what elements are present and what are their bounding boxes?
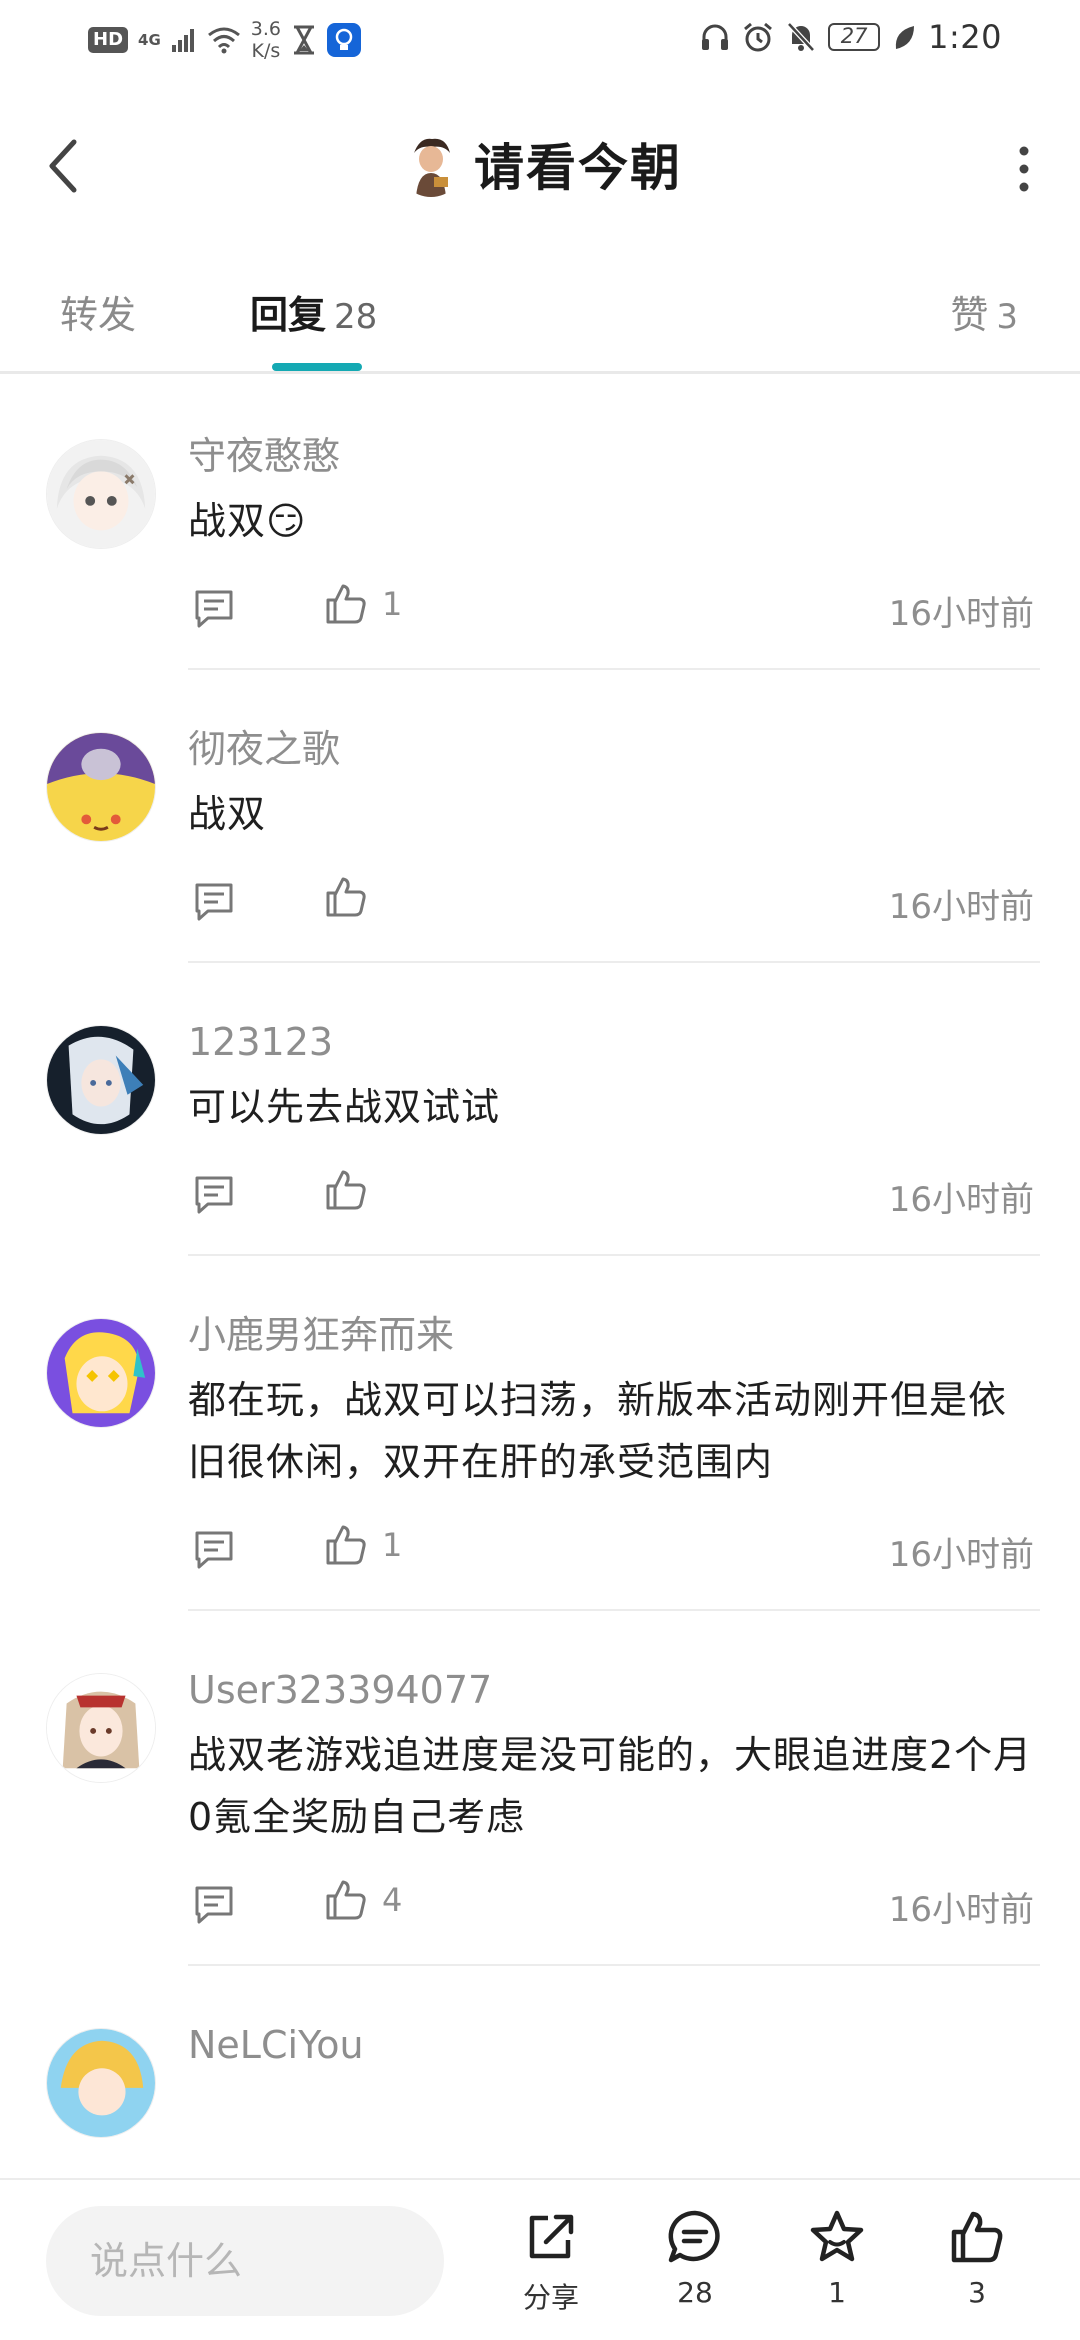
like-count: 1 (382, 1526, 403, 1564)
like-button[interactable]: 1 (324, 1523, 402, 1567)
comment-time: 16小时前 (888, 887, 1034, 927)
comment-username[interactable]: 彻夜之歌 (188, 725, 1040, 773)
thumbs-up-icon (951, 2211, 1003, 2263)
clock: 1:20 (928, 18, 1002, 56)
reply-icon[interactable] (192, 1172, 236, 1216)
comment-username[interactable]: NeLCiYou (188, 2021, 1040, 2069)
user-avatar[interactable] (46, 1025, 156, 1135)
active-tab-indicator (272, 363, 362, 371)
thumbs-up-icon (326, 1525, 366, 1565)
bulb-icon (326, 23, 361, 57)
status-left: HD 4G 3.6 K/s (88, 18, 361, 62)
status-right: 27 1:20 (700, 18, 1002, 56)
comment-item: User323394077 战双老游戏追进度是没可能的，大眼追进度2个月0氪全奖… (0, 1611, 1080, 1966)
tab-reply[interactable]: 回复 28 (250, 284, 377, 339)
page-title: 请看今朝 (474, 139, 682, 197)
comment-actions: 1 16小时前 (188, 580, 1040, 640)
comment-item: 彻夜之歌 战双 16小时前 (0, 670, 1080, 963)
comment-text: 战双 (188, 792, 267, 836)
wifi-icon (207, 27, 240, 54)
comment-time: 16小时前 (888, 1535, 1034, 1575)
comments-count: 28 (677, 2276, 713, 2309)
reply-icon[interactable] (192, 1882, 236, 1926)
user-avatar[interactable] (46, 439, 156, 549)
likes-count: 3 (968, 2276, 986, 2309)
comment-actions: 16小时前 (188, 1166, 1040, 1226)
comment-text: 战双😏 (188, 499, 307, 543)
thumbs-up-icon (326, 584, 366, 624)
like-button[interactable] (324, 875, 382, 919)
like-button[interactable] (324, 1168, 382, 1212)
tab-repost[interactable]: 转发 (60, 284, 136, 339)
speed-value: 3.6 (250, 18, 281, 40)
tab-reply-count: 28 (334, 297, 378, 337)
tab-like-label: 赞 (950, 293, 989, 337)
comment-text: 战双老游戏追进度是没可能的，大眼追进度2个月0氪全奖励自己考虑 (188, 1733, 1033, 1839)
comment-time: 16小时前 (888, 594, 1034, 634)
thumbs-up-icon (326, 1880, 366, 1920)
comment-bubble-icon (668, 2210, 720, 2263)
reply-icon[interactable] (192, 879, 236, 923)
star-icon (810, 2210, 864, 2262)
share-button[interactable]: 分享 (506, 2208, 596, 2316)
network-type: 4G (138, 31, 161, 49)
comment-username[interactable]: 123123 (188, 1018, 1040, 1066)
thumbs-up-icon (326, 1170, 366, 1210)
share-icon (529, 2214, 574, 2259)
tab-bar: 转发 回复 28 赞3 (0, 260, 1080, 374)
comment-item: 123123 可以先去战双试试 16小时前 (0, 963, 1080, 1256)
battery-indicator: 27 (828, 23, 881, 51)
user-avatar[interactable] (46, 1318, 156, 1428)
like-count: 1 (382, 585, 403, 623)
comment-time: 16小时前 (888, 1890, 1034, 1930)
speed-unit: K/s (251, 40, 281, 62)
comment-input[interactable]: 说点什么 (46, 2206, 444, 2316)
comment-text: 可以先去战双试试 (188, 1085, 501, 1129)
tab-like[interactable]: 赞3 (950, 284, 1018, 339)
comment-actions: 4 16小时前 (188, 1876, 1040, 1936)
title-group: 请看今朝 (0, 128, 1080, 200)
favorites-count: 1 (828, 2276, 846, 2309)
like-button[interactable]: 4 (324, 1878, 402, 1922)
top-app-bar: 请看今朝 (0, 100, 1080, 230)
user-avatar[interactable] (46, 2028, 156, 2138)
headphones-icon (702, 24, 729, 50)
hd-badge: HD (88, 27, 129, 53)
status-bar: HD 4G 3.6 K/s 27 1:20 (0, 0, 1080, 80)
like-post-button[interactable]: 3 (932, 2208, 1022, 2309)
comment-text: 都在玩，战双可以扫荡，新版本活动刚开但是依旧很休闲，双开在肝的承受范围内 (188, 1378, 1008, 1484)
tab-reply-label: 回复 (250, 293, 327, 337)
network-speed: 3.6 K/s (251, 18, 281, 62)
tab-repost-label: 转发 (60, 293, 137, 337)
share-label: 分享 (522, 2281, 579, 2314)
thumbs-up-icon (326, 877, 366, 917)
comment-username[interactable]: 小鹿男狂奔而来 (188, 1311, 1040, 1359)
comment-item: NeLCiYou (0, 1966, 1080, 2138)
hourglass-icon (293, 25, 314, 55)
leaf-icon (895, 26, 915, 49)
comments-button[interactable]: 28 (650, 2208, 740, 2309)
comment-actions: 1 16小时前 (188, 1521, 1040, 1581)
user-avatar[interactable] (46, 1673, 156, 1783)
alarm-icon (744, 22, 773, 52)
comment-time: 16小时前 (888, 1180, 1034, 1220)
comment-item: 小鹿男狂奔而来 都在玩，战双可以扫荡，新版本活动刚开但是依旧很休闲，双开在肝的承… (0, 1256, 1080, 1611)
signal-icon (171, 29, 194, 52)
comment-list[interactable]: 守夜憨憨 战双😏 1 16小时前 彻夜之歌 战双 16小时前 123123 可以… (0, 377, 1080, 2177)
like-count: 4 (382, 1881, 403, 1919)
comment-username[interactable]: 守夜憨憨 (188, 432, 1040, 480)
tab-like-count: 3 (996, 297, 1018, 337)
bottom-action-bar: 说点什么 分享 28 1 3 (0, 2178, 1080, 2340)
comment-username[interactable]: User323394077 (188, 1666, 1040, 1714)
reply-icon[interactable] (192, 586, 236, 630)
user-avatar[interactable] (46, 732, 156, 842)
more-options-icon[interactable] (1014, 145, 1034, 193)
like-button[interactable]: 1 (324, 582, 402, 626)
reply-icon[interactable] (192, 1527, 236, 1571)
comment-item: 守夜憨憨 战双😏 1 16小时前 (0, 377, 1080, 670)
comment-actions: 16小时前 (188, 873, 1040, 933)
author-avatar[interactable] (398, 131, 464, 197)
mute-icon (787, 22, 815, 52)
favorite-button[interactable]: 1 (792, 2208, 882, 2309)
